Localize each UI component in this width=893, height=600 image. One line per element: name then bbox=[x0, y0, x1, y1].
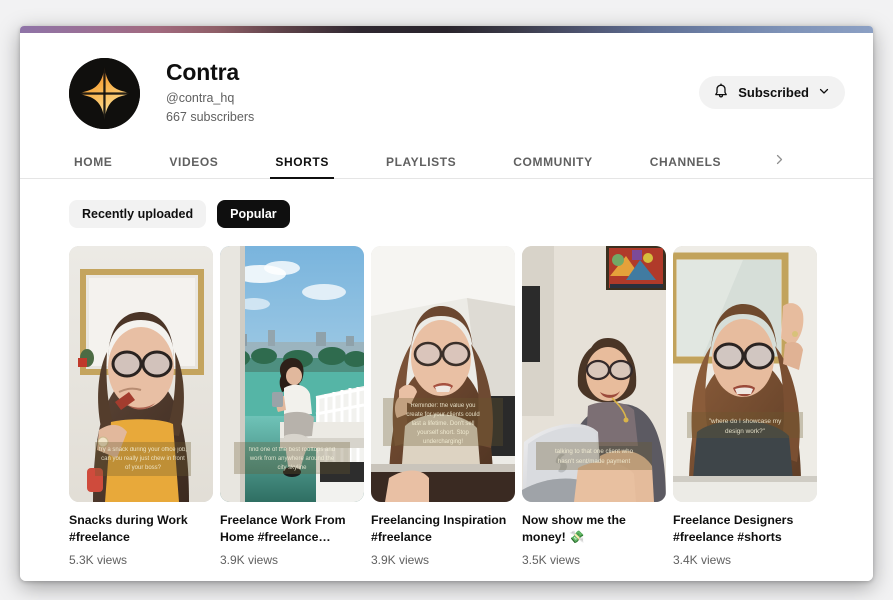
shorts-grid: try a snack during your office job, can … bbox=[20, 246, 873, 568]
desktop-wallpaper-strip bbox=[20, 26, 873, 33]
shorts-filter-chips: Recently uploaded Popular bbox=[20, 200, 873, 228]
tab-channels[interactable]: CHANNELS bbox=[645, 145, 726, 178]
svg-text:undercharging!: undercharging! bbox=[423, 439, 463, 445]
tabs-scroll-right-button[interactable] bbox=[773, 151, 786, 173]
four-point-star-logo-icon bbox=[69, 58, 140, 129]
tab-shorts[interactable]: SHORTS bbox=[270, 145, 334, 179]
short-thumbnail[interactable]: Reminder: the value you create for your … bbox=[371, 246, 515, 502]
channel-subscriber-count: 667 subscribers bbox=[166, 109, 255, 124]
short-thumbnail[interactable]: "where do I showcase my design work?" bbox=[673, 246, 817, 502]
thumbnail-image-laptop: talking to that one client who hasn't se… bbox=[522, 246, 666, 502]
chip-popular[interactable]: Popular bbox=[217, 200, 290, 228]
thumbnail-image-snack: try a snack during your office job, can … bbox=[69, 246, 213, 502]
channel-tab-bar: HOME VIDEOS SHORTS PLAYLISTS COMMUNITY C… bbox=[20, 145, 873, 179]
chip-recently-uploaded[interactable]: Recently uploaded bbox=[69, 200, 207, 228]
short-title: Freelance Designers #freelance #shorts bbox=[673, 513, 794, 544]
svg-text:find one of the best rooftops: find one of the best rooftops and bbox=[249, 447, 335, 453]
svg-text:create for your clients could: create for your clients could bbox=[406, 412, 479, 418]
short-thumbnail[interactable]: talking to that one client who hasn't se… bbox=[522, 246, 666, 502]
short-view-count: 5.3K views bbox=[69, 552, 128, 567]
bell-icon bbox=[713, 83, 729, 103]
short-card[interactable]: try a snack during your office job, can … bbox=[69, 246, 213, 568]
short-title: Freelancing Inspiration #freelance bbox=[371, 513, 507, 544]
svg-text:yourself short. Stop: yourself short. Stop bbox=[417, 430, 469, 436]
short-card[interactable]: talking to that one client who hasn't se… bbox=[522, 246, 666, 568]
short-title: Freelance Work From Home #freelance… bbox=[220, 513, 346, 544]
thumbnail-image-mirror: "where do I showcase my design work?" bbox=[673, 246, 817, 502]
chevron-down-icon bbox=[818, 85, 830, 100]
tab-community[interactable]: COMMUNITY bbox=[508, 145, 597, 178]
svg-text:design work?": design work?" bbox=[725, 428, 765, 435]
browser-window: Contra @contra_hq 667 subscribers Subscr… bbox=[20, 26, 873, 581]
short-title: Snacks during Work #freelance bbox=[69, 513, 188, 544]
thumbnail-image-desk: Reminder: the value you create for your … bbox=[371, 246, 515, 502]
short-card[interactable]: "where do I showcase my design work?" Fr… bbox=[673, 246, 817, 568]
short-thumbnail[interactable]: find one of the best rooftops and work f… bbox=[220, 246, 364, 502]
thumbnail-image-rooftop: find one of the best rooftops and work f… bbox=[220, 246, 364, 502]
channel-metadata: Contra @contra_hq 667 subscribers bbox=[166, 55, 699, 125]
subscribed-button[interactable]: Subscribed bbox=[699, 76, 845, 109]
svg-text:"where do I showcase my: "where do I showcase my bbox=[709, 418, 782, 425]
tab-videos[interactable]: VIDEOS bbox=[164, 145, 223, 178]
svg-text:last a lifetime. Don't sell: last a lifetime. Don't sell bbox=[412, 421, 475, 427]
channel-header: Contra @contra_hq 667 subscribers Subscr… bbox=[20, 33, 873, 129]
chevron-right-icon bbox=[773, 153, 786, 171]
short-view-count: 3.9K views bbox=[220, 552, 279, 567]
svg-text:can you really just chew in fr: can you really just chew in front bbox=[101, 456, 185, 462]
channel-avatar[interactable] bbox=[69, 58, 140, 129]
svg-text:work from anywhere around the: work from anywhere around the bbox=[249, 456, 335, 462]
svg-text:hasn't sent/made payment: hasn't sent/made payment bbox=[558, 458, 631, 465]
subscribe-button-label: Subscribed bbox=[738, 85, 809, 100]
youtube-channel-page: Contra @contra_hq 667 subscribers Subscr… bbox=[20, 33, 873, 581]
svg-text:talking to that one client who: talking to that one client who bbox=[555, 448, 634, 455]
short-card[interactable]: Reminder: the value you create for your … bbox=[371, 246, 515, 568]
short-view-count: 3.5K views bbox=[522, 552, 581, 567]
tab-home[interactable]: HOME bbox=[69, 145, 117, 178]
svg-text:of your boss?: of your boss? bbox=[125, 465, 162, 471]
short-card[interactable]: find one of the best rooftops and work f… bbox=[220, 246, 364, 568]
svg-text:Reminder: the value you: Reminder: the value you bbox=[410, 403, 475, 409]
svg-text:city skyline: city skyline bbox=[277, 465, 307, 471]
tab-playlists[interactable]: PLAYLISTS bbox=[381, 145, 461, 178]
short-view-count: 3.4K views bbox=[673, 552, 732, 567]
channel-handle: @contra_hq bbox=[166, 91, 235, 106]
svg-text:try a snack during your office: try a snack during your office job, bbox=[99, 447, 187, 453]
short-view-count: 3.9K views bbox=[371, 552, 430, 567]
short-thumbnail[interactable]: try a snack during your office job, can … bbox=[69, 246, 213, 502]
channel-title: Contra bbox=[166, 59, 239, 85]
short-title: Now show me the money! 💸 bbox=[522, 513, 626, 544]
